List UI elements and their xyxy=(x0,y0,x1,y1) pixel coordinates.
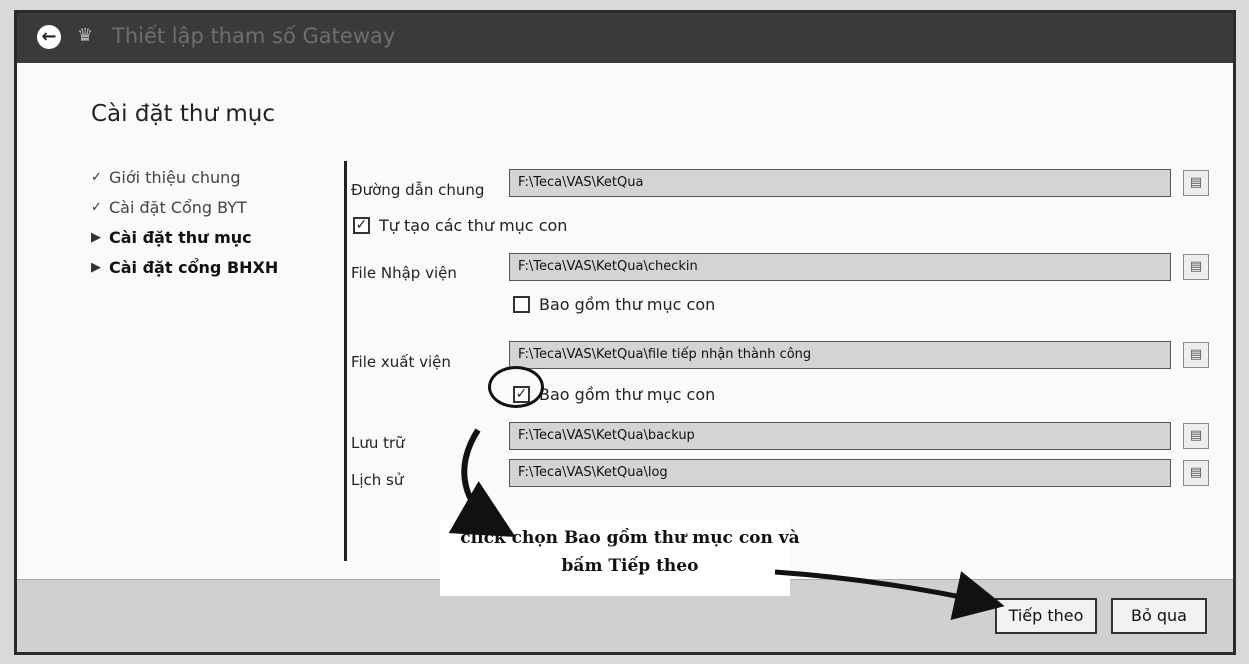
arrow-to-checkbox xyxy=(448,428,516,537)
annotation-arrows xyxy=(448,428,1005,621)
arrow-to-next-button xyxy=(774,569,1005,621)
